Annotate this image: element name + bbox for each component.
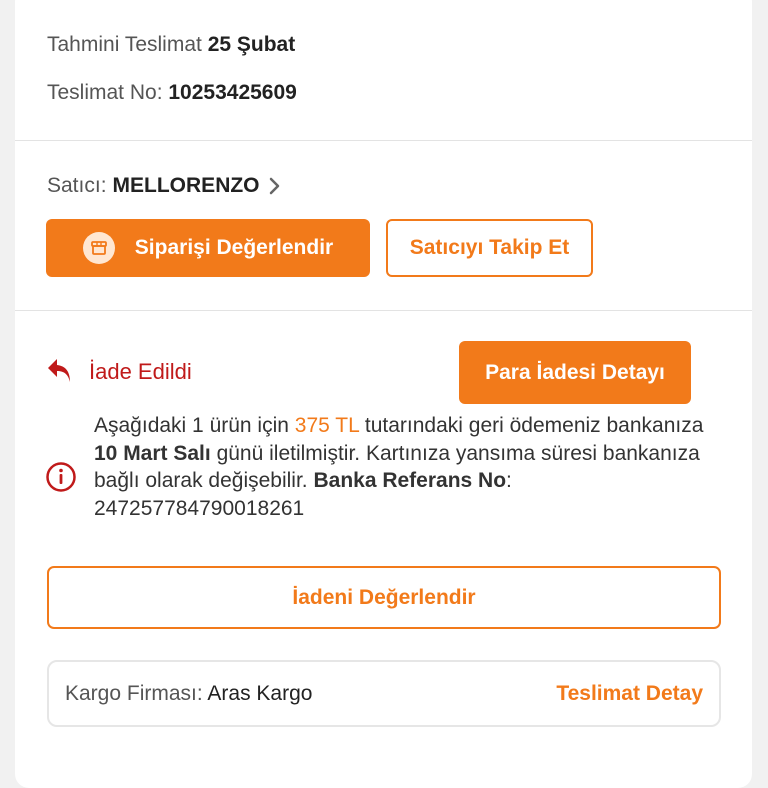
refund-info-text: Aşağıdaki 1 ürün için 375 TL tutarındaki…: [94, 412, 714, 522]
cargo-info: Kargo Firması: Aras Kargo Teslimat Detay: [47, 660, 721, 727]
refund-info-part1: Aşağıdaki 1 ürün için: [94, 414, 295, 437]
estimated-delivery: Tahmini Teslimat 25 Şubat: [47, 32, 295, 58]
estimated-delivery-label: Tahmini Teslimat: [47, 33, 202, 56]
order-card: Tahmini Teslimat 25 Şubat Teslimat No: 1…: [15, 0, 752, 788]
refund-status: İade Edildi: [45, 356, 192, 388]
bank-reference-value: 247257784790018261: [94, 496, 305, 520]
chevron-right-icon: [269, 177, 279, 195]
seller-label: Satıcı:: [47, 174, 107, 197]
seller-name: MELLORENZO: [112, 174, 260, 197]
return-arrow-icon: [48, 359, 70, 382]
cargo-company: Kargo Firması: Aras Kargo: [65, 682, 312, 706]
divider: [15, 310, 752, 311]
estimated-delivery-value: 25 Şubat: [207, 33, 296, 56]
divider: [15, 140, 752, 141]
info-icon: [46, 462, 76, 492]
bank-reference-label: Banka Referans No: [313, 469, 507, 492]
rate-return-button[interactable]: İadeni Değerlendir: [47, 566, 721, 629]
refund-status-label: İade Edildi: [89, 359, 192, 384]
cargo-company-name: Aras Kargo: [207, 681, 313, 705]
rate-return-label: İadeni Değerlendir: [292, 585, 476, 609]
bank-reference-separator: :: [506, 469, 512, 492]
cargo-label: Kargo Firması:: [65, 681, 203, 705]
delivery-detail-link[interactable]: Teslimat Detay: [556, 682, 703, 706]
refund-detail-button[interactable]: Para İadesi Detayı: [459, 341, 691, 404]
follow-seller-button[interactable]: Satıcıyı Takip Et: [386, 219, 593, 277]
seller-link[interactable]: Satıcı: MELLORENZO: [47, 173, 282, 199]
store-icon: [82, 232, 115, 264]
rate-order-label: Siparişi Değerlendir: [134, 236, 334, 259]
refund-info-part2: tutarındaki geri ödemeniz bankanıza: [359, 414, 704, 437]
delivery-number-label: Teslimat No:: [47, 81, 163, 104]
refund-date: 10 Mart Salı: [94, 441, 211, 465]
delivery-number: Teslimat No: 10253425609: [47, 80, 297, 106]
delivery-number-value: 10253425609: [168, 81, 297, 104]
refund-detail-label: Para İadesi Detayı: [485, 360, 665, 384]
rate-order-button[interactable]: Siparişi Değerlendir: [46, 219, 370, 277]
refund-amount: 375 TL: [294, 414, 360, 437]
follow-seller-label: Satıcıyı Takip Et: [409, 236, 570, 259]
